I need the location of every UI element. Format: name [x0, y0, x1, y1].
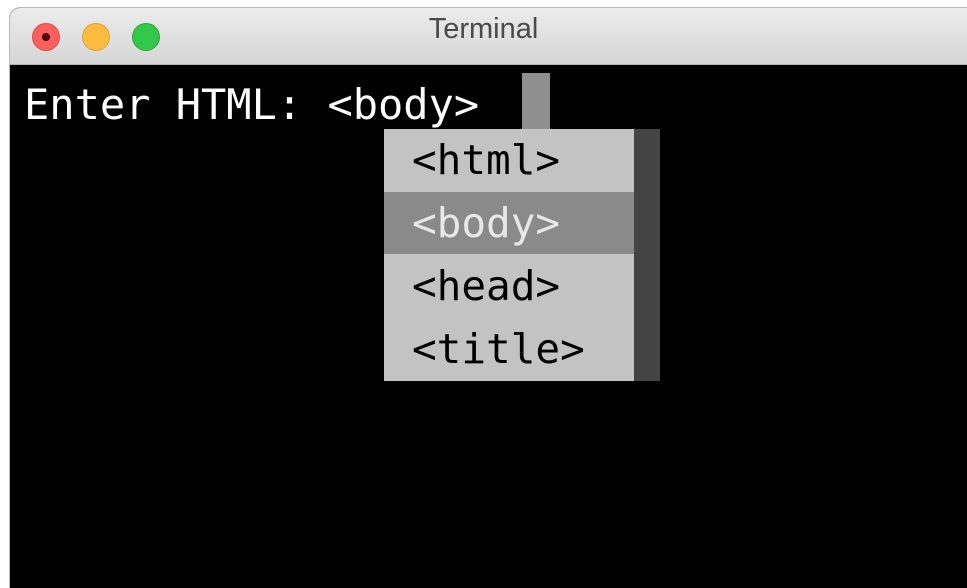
terminal-content[interactable]: Enter HTML: <body> <html> <body> <head> … — [10, 65, 967, 588]
autocomplete-item-label: <html> — [412, 136, 561, 184]
terminal-window: Enter HTML: <body> <html> <body> <head> … — [10, 8, 967, 588]
autocomplete-item-label: <head> — [412, 262, 561, 310]
prompt-line: Enter HTML: <body> — [24, 73, 479, 137]
autocomplete-item-label: <title> — [412, 325, 585, 373]
autocomplete-item-label: <body> — [412, 199, 561, 247]
autocomplete-item-body[interactable]: <body> — [384, 192, 634, 254]
window-title: Terminal — [428, 13, 539, 45]
text-cursor — [522, 73, 550, 137]
autocomplete-item-html[interactable]: <html> — [384, 129, 634, 191]
input-text[interactable]: <body> — [327, 80, 479, 129]
popup-scrollbar[interactable] — [634, 129, 660, 381]
prompt-label: Enter HTML: — [24, 80, 328, 129]
autocomplete-popup: <html> <body> <head> <title> — [384, 129, 660, 381]
autocomplete-item-head[interactable]: <head> — [384, 255, 634, 317]
autocomplete-item-title[interactable]: <title> — [384, 318, 634, 380]
